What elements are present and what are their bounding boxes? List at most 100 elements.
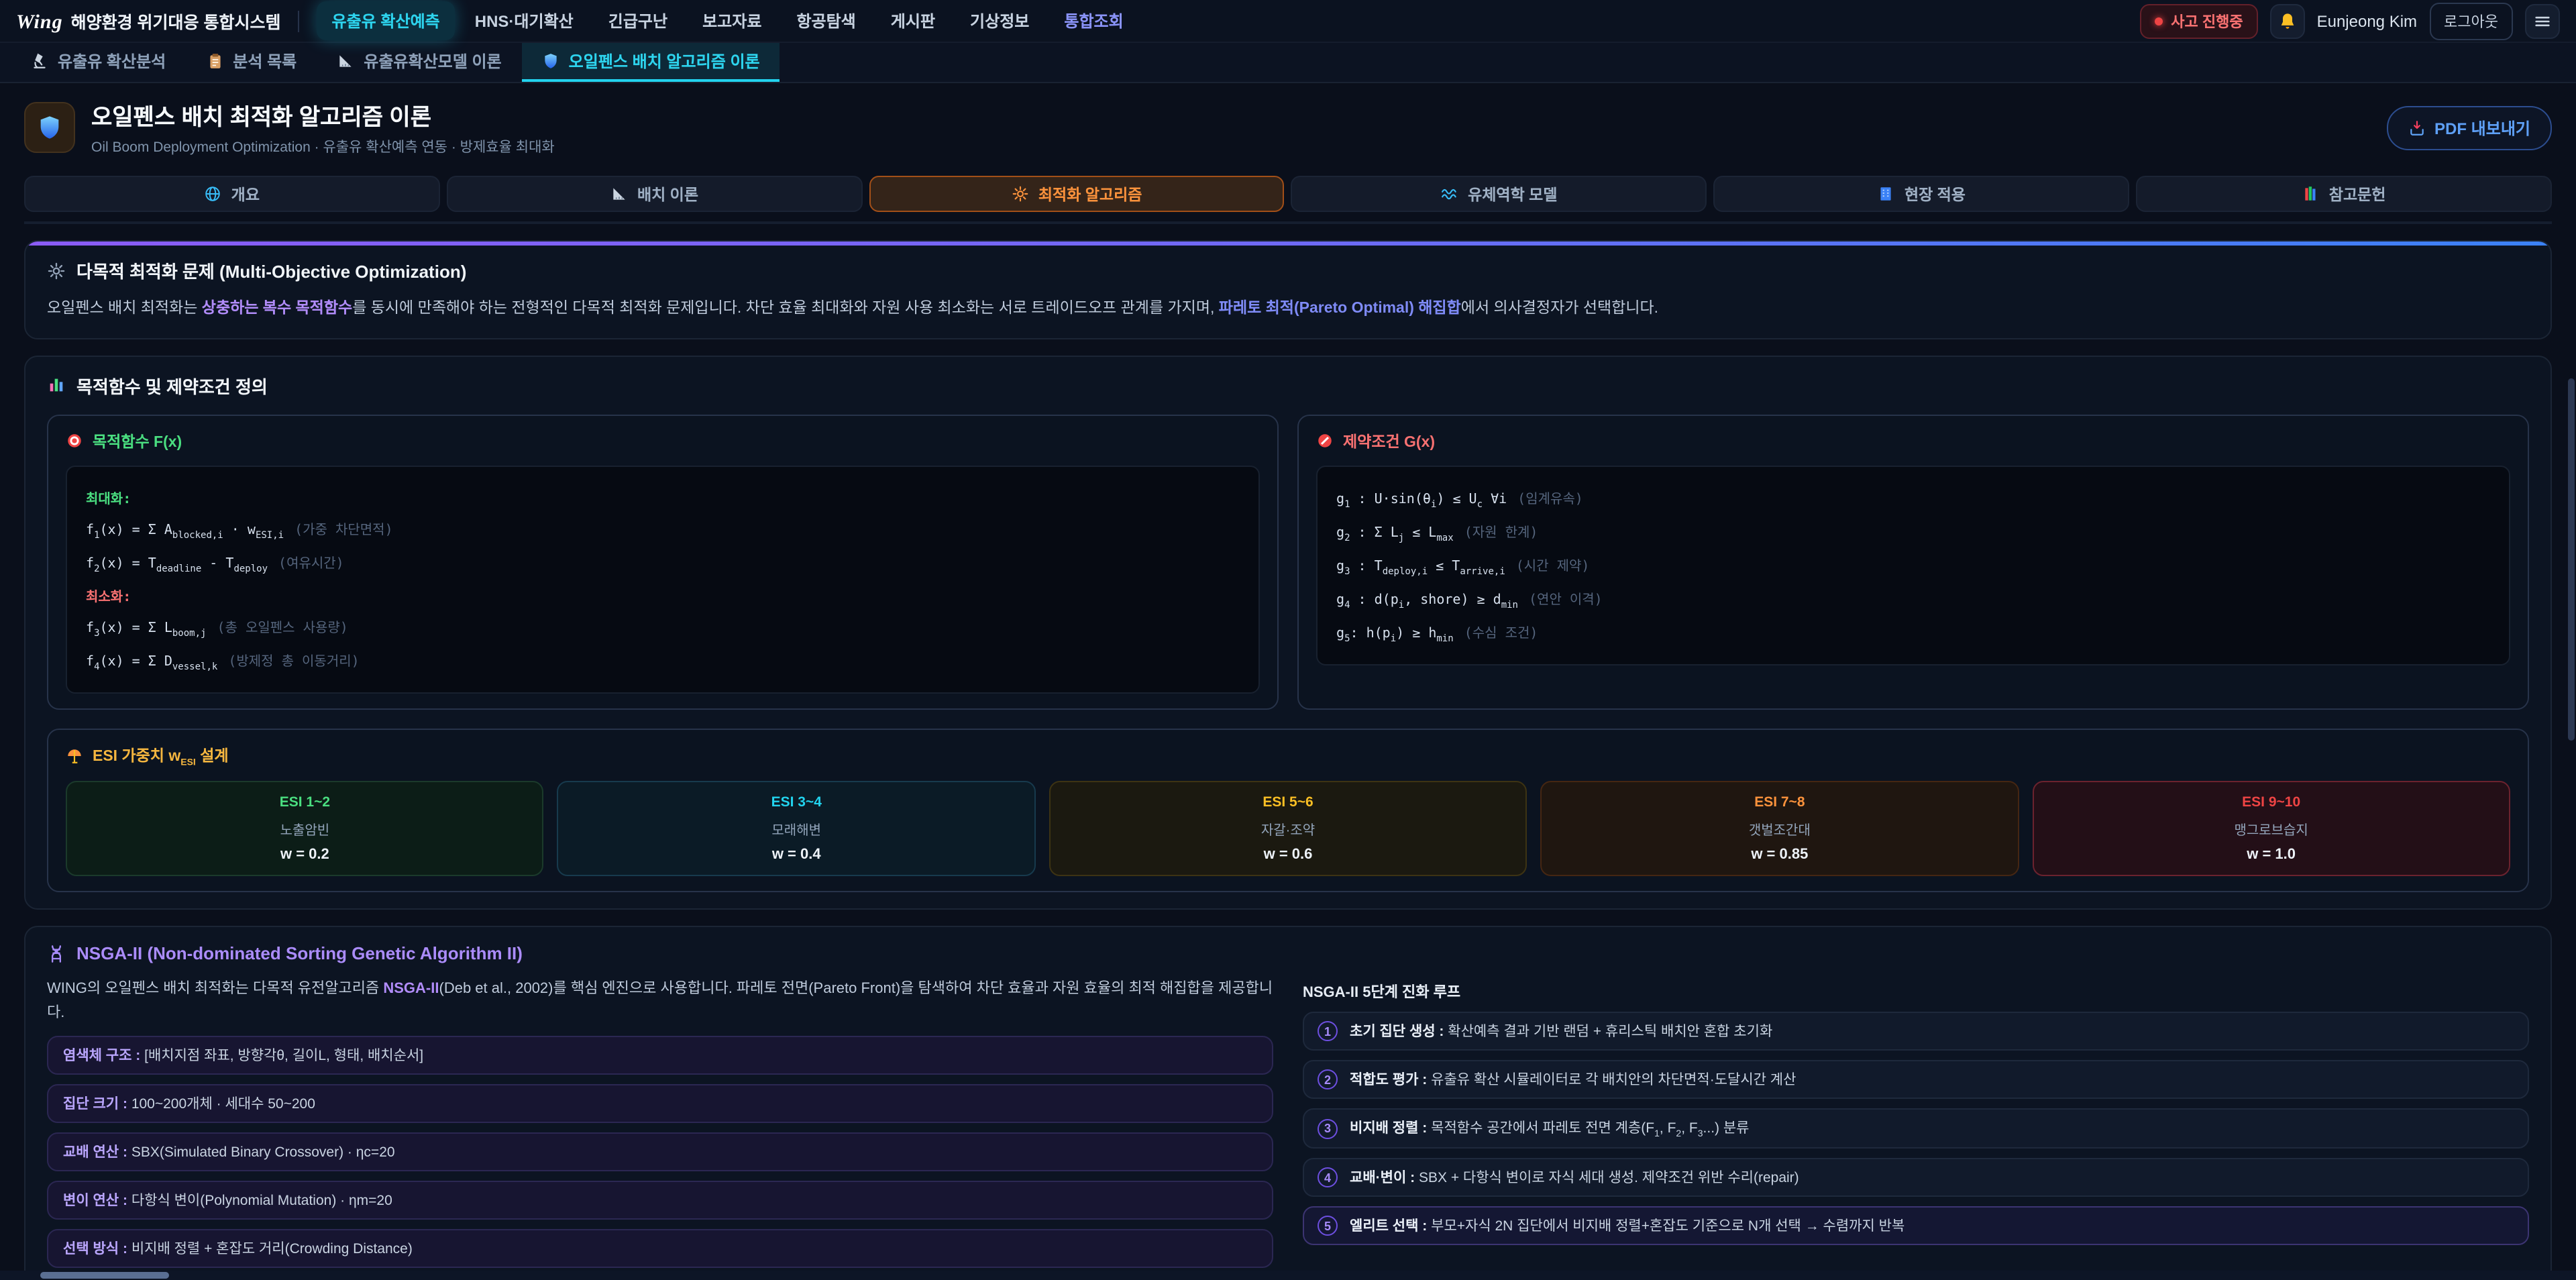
page-header: 오일펜스 배치 최적화 알고리즘 이론 Oil Boom Deployment … [0, 83, 2576, 169]
shield-icon [36, 114, 63, 141]
page-title: 오일펜스 배치 최적화 알고리즘 이론 [91, 98, 555, 131]
evolution-step: 1 초기 집단 생성 : 확산예측 결과 기반 랜덤 + 휴리스틱 배치안 혼합… [1303, 1012, 2529, 1051]
horizontal-scrollbar [0, 1271, 2576, 1280]
code-line: g2 : Σ Lj ≤ Lmax(자원 한계) [1336, 515, 2490, 549]
books-icon [2302, 185, 2320, 203]
esi-weight-value: w = 0.2 [78, 847, 532, 863]
panel-heading: ESI 가중치 wESI 설계 [66, 745, 2510, 768]
nav-item[interactable]: 게시판 [876, 1, 950, 40]
wing-logo: Wing [16, 11, 63, 34]
horizontal-scrollbar-thumb[interactable] [40, 1272, 169, 1279]
building-icon [1878, 185, 1895, 203]
nav-item[interactable]: 항공탐색 [782, 1, 870, 40]
section-tab[interactable]: 배치 이론 [447, 176, 863, 212]
section-tab[interactable]: 유체역학 모델 [1291, 176, 1707, 212]
multi-objective-card: 다목적 최적화 문제 (Multi-Objective Optimization… [24, 240, 2552, 339]
esi-label: 자갈·조약 [1061, 819, 1515, 839]
page-title-group: 오일펜스 배치 최적화 알고리즘 이론 Oil Boom Deployment … [91, 98, 555, 157]
notifications-button[interactable] [2270, 3, 2305, 38]
esi-range: ESI 3~4 [570, 795, 1024, 811]
gear-icon [47, 261, 66, 280]
evolution-step: 3 비지배 정렬 : 목적함수 공간에서 파레토 전면 계층(F1, F2, F… [1303, 1109, 2529, 1149]
microscope-icon [31, 52, 48, 70]
sub-tab[interactable]: 유출유 확산분석 [11, 43, 186, 82]
incident-status-label: 사고 진행중 [2171, 10, 2243, 32]
nsga-param-item: 집단 크기 : 100~200개체 · 세대수 50~200 [47, 1083, 1273, 1122]
no-entry-icon [1316, 433, 1334, 450]
objective-section-heading: 목적함수 및 제약조건 정의 [76, 373, 268, 398]
constraint-code-block: g1 : U·sin(θi) ≤ Uc ∀i(임계유속) g2 : Σ Lj ≤… [1316, 466, 2510, 665]
nav-item[interactable]: HNS·대기확산 [460, 1, 588, 40]
multi-objective-heading: 다목적 최적화 문제 (Multi-Objective Optimization… [76, 258, 466, 283]
nsga-param-item: 염색체 구조 : [배치지점 좌표, 방향각θ, 길이L, 형태, 배치순서] [47, 1035, 1273, 1074]
nav-item[interactable]: 보고자료 [688, 1, 776, 40]
sub-tab[interactable]: 분석 목록 [186, 43, 317, 82]
nsga-param-item: 선택 방식 : 비지배 정렬 + 혼잡도 거리(Crowding Distanc… [47, 1228, 1273, 1267]
esi-label: 모래해변 [570, 819, 1024, 839]
app-window: Wing 해양환경 위기대응 통합시스템 유출유 확산예측HNS·대기확산긴급구… [0, 0, 2576, 1280]
nsga-param-item: 교배 연산 : SBX(Simulated Binary Crossover) … [47, 1132, 1273, 1171]
evolution-step: 2 적합도 평가 : 유출유 확산 시뮬레이터로 각 배치안의 차단면적·도달시… [1303, 1061, 2529, 1100]
clipboard-icon [206, 52, 223, 70]
nav-item[interactable]: 유출유 확산예측 [317, 1, 455, 40]
code-line: f2(x) = Tdeadline - Tdeploy(여유시간) [86, 546, 1240, 580]
main-content: 다목적 최적화 문제 (Multi-Objective Optimization… [0, 240, 2576, 1280]
pdf-export-button[interactable]: PDF 내보내기 [2386, 105, 2552, 150]
section-tab[interactable]: 개요 [24, 176, 440, 212]
code-line: g4 : d(pi, shore) ≥ dmin(연안 이격) [1336, 582, 2490, 616]
nsga-heading: NSGA-II (Non-dominated Sorting Genetic A… [76, 944, 523, 964]
esi-label: 맹그로브습지 [2044, 819, 2498, 839]
esi-range: ESI 7~8 [1552, 795, 2006, 811]
page-icon-box [24, 102, 75, 153]
esi-weight-card: ESI 5~6 자갈·조약 w = 0.6 [1049, 782, 1527, 877]
nav-item[interactable]: 기상정보 [955, 1, 1044, 40]
section-tab-label: 유체역학 모델 [1468, 183, 1557, 205]
export-icon [2408, 119, 2425, 136]
formula-panels: 목적함수 F(x) 최대화: f1(x) = Σ Ablocked,i · wE… [47, 415, 2529, 710]
bell-icon [2278, 11, 2297, 30]
bar-chart-icon [47, 376, 66, 395]
card-heading: 다목적 최적화 문제 (Multi-Objective Optimization… [47, 258, 2529, 283]
menu-button[interactable] [2525, 3, 2560, 38]
esi-range: ESI 9~10 [2044, 795, 2498, 811]
top-navigation-bar: Wing 해양환경 위기대응 통합시스템 유출유 확산예측HNS·대기확산긴급구… [0, 0, 2576, 43]
section-tab-label: 개요 [231, 183, 260, 205]
sub-tab[interactable]: 오일펜스 배치 알고리즘 이론 [522, 43, 780, 82]
sub-tab-bar: 유출유 확산분석 분석 목록 유출유확산모델 이론 오일펜스 배치 알고리즘 이… [0, 43, 2576, 83]
logout-button[interactable]: 로그아웃 [2429, 2, 2513, 40]
esi-weight-value: w = 1.0 [2044, 847, 2498, 863]
step-number-icon: 1 [1318, 1022, 1338, 1042]
vertical-scrollbar [2567, 43, 2576, 1271]
esi-heading: ESI 가중치 wESI 설계 [93, 745, 229, 768]
nsga-columns: WING의 오일펜스 배치 최적화는 다목적 유전알고리즘 NSGA-II(De… [47, 977, 2529, 1268]
esi-weight-value: w = 0.4 [570, 847, 1024, 863]
incident-status-badge: 사고 진행중 [2140, 3, 2257, 38]
sub-tab[interactable]: 유출유확산모델 이론 [317, 43, 521, 82]
evolution-step: 5 엘리트 선택 : 부모+자식 2N 집단에서 비지배 정렬+혼잡도 기준으로… [1303, 1207, 2529, 1246]
status-dot-icon [2155, 17, 2163, 25]
section-tab-label: 배치 이론 [637, 183, 698, 205]
section-tab[interactable]: 현장 적용 [1714, 176, 2130, 212]
gear-icon [1012, 185, 1029, 203]
section-tab-label: 현장 적용 [1904, 183, 1966, 205]
objective-function-panel: 목적함수 F(x) 최대화: f1(x) = Σ Ablocked,i · wE… [47, 415, 1279, 710]
system-title: 해양환경 위기대응 통합시스템 [71, 7, 281, 33]
nav-item[interactable]: 통합조회 [1049, 1, 1138, 40]
section-tab[interactable]: 참고문헌 [2136, 176, 2552, 212]
code-line: f3(x) = Σ Lboom,j(총 오일펜스 사용량) [86, 610, 1240, 644]
esi-range: ESI 5~6 [1061, 795, 1515, 811]
vertical-scrollbar-thumb[interactable] [2568, 378, 2575, 741]
constraint-title: 제약조건 G(x) [1343, 431, 1435, 452]
nav-item[interactable]: 긴급구난 [594, 1, 682, 40]
topbar-right: 사고 진행중 Eunjeong Kim 로그아웃 [2140, 2, 2560, 40]
esi-weight-card: ESI 7~8 갯벌조간대 w = 0.85 [1540, 782, 2019, 877]
objective-function-title: 목적함수 F(x) [93, 431, 182, 452]
sub-tab-label: 분석 목록 [233, 50, 297, 72]
target-icon [66, 433, 83, 450]
evolution-loop-title: NSGA-II 5단계 진화 루프 [1303, 981, 2529, 1003]
code-line: g3 : Tdeploy,i ≤ Tarrive,i(시간 제약) [1336, 549, 2490, 582]
esi-weight-card: ESI 9~10 맹그로브습지 w = 1.0 [2032, 782, 2510, 877]
code-line: 최대화: [86, 482, 1240, 513]
card-heading: NSGA-II (Non-dominated Sorting Genetic A… [47, 944, 2529, 964]
section-tab[interactable]: 최적화 알고리즘 [869, 176, 1285, 212]
